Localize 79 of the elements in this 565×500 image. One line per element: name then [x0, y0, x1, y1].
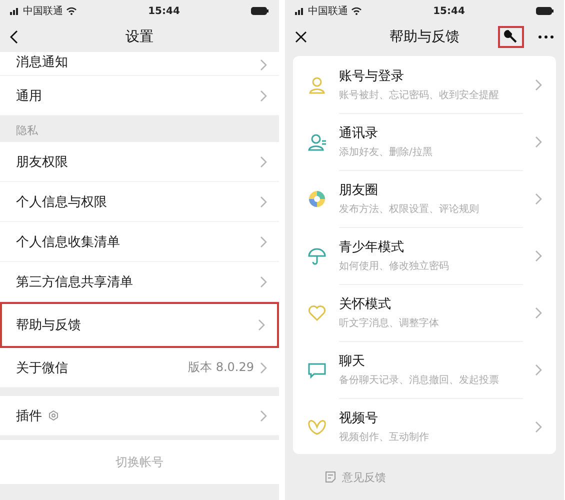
topic-title: 通讯录 — [339, 124, 379, 142]
settings-row[interactable]: 通用 — [0, 76, 279, 116]
chevron-icon — [260, 236, 267, 248]
help-topic-item[interactable]: 聊天 备份聊天记录、消息撤回、发起投票 — [293, 341, 556, 398]
chevron-icon — [535, 306, 542, 318]
topic-description: 视频创作、互动制作 — [339, 430, 430, 444]
chevron-icon — [535, 420, 542, 432]
umbrella-icon — [307, 246, 327, 266]
row-label: 插件 — [16, 408, 42, 424]
settings-row[interactable]: 关于微信 版本 8.0.29 — [0, 348, 279, 388]
topic-description: 发布方法、权限设置、评论规则 — [339, 202, 480, 216]
help-topic-item[interactable]: 关怀模式 听文字消息、调整字体 — [293, 284, 556, 341]
wrench-button[interactable] — [498, 26, 524, 48]
chevron-icon — [260, 156, 267, 168]
status-time: 15:44 — [433, 6, 465, 16]
heart-icon — [307, 302, 327, 322]
topic-description: 听文字消息、调整字体 — [339, 316, 440, 330]
chevron-icon — [535, 364, 542, 376]
chevron-icon — [260, 410, 267, 422]
topic-description: 账号被封、忘记密码、收到安全提醒 — [339, 88, 500, 102]
topic-title: 青少年模式 — [339, 238, 405, 256]
chevron-icon — [260, 59, 267, 71]
screen-title: 设置 — [126, 28, 154, 46]
help-topic-item[interactable]: 青少年模式 如何使用、修改独立密码 — [293, 227, 556, 284]
chevron-icon — [260, 196, 267, 208]
carrier-name: 中国联通 — [23, 4, 63, 18]
chevron-icon — [535, 250, 542, 262]
settings-row[interactable]: 帮助与反馈 — [0, 302, 279, 348]
settings-row[interactable]: 第三方信息共享清单 — [0, 262, 279, 302]
row-label: 帮助与反馈 — [16, 317, 81, 334]
row-label: 通用 — [16, 88, 42, 104]
chevron-icon — [258, 319, 265, 331]
topic-title: 关怀模式 — [339, 296, 392, 312]
settings-row[interactable]: 插件 — [0, 396, 279, 436]
battery-icon — [536, 7, 554, 15]
chevron-icon — [535, 78, 542, 90]
help-topic-item[interactable]: 账号与登录 账号被封、忘记密码、收到安全提醒 — [293, 56, 556, 113]
battery-icon — [251, 7, 269, 15]
settings-row[interactable]: 个人信息收集清单 — [0, 222, 279, 262]
help-topic-item[interactable]: 通讯录 添加好友、删除/拉黑 — [293, 113, 556, 170]
topic-title: 账号与登录 — [339, 68, 405, 84]
wifi-icon — [66, 7, 77, 15]
version-value: 版本 8.0.29 — [188, 359, 254, 376]
row-label: 关于微信 — [16, 360, 68, 376]
aperture-icon — [307, 188, 327, 208]
status-time: 15:44 — [148, 6, 180, 16]
row-label: 个人信息与权限 — [16, 194, 107, 210]
topic-title: 聊天 — [339, 352, 366, 370]
signal-icon — [295, 7, 305, 15]
row-label: 第三方信息共享清单 — [16, 274, 133, 290]
topic-description: 备份聊天记录、消息撤回、发起投票 — [339, 374, 500, 386]
section-header: 隐私 — [16, 123, 38, 138]
chevron-icon — [260, 362, 267, 374]
topic-description: 如何使用、修改独立密码 — [339, 260, 450, 272]
chevron-icon — [260, 276, 267, 288]
contacts-icon — [307, 132, 327, 152]
chevron-icon — [535, 192, 542, 204]
person-icon — [307, 74, 327, 94]
screen-title: 帮助与反馈 — [390, 28, 460, 46]
row-label: 消息通知 — [16, 54, 68, 71]
help-topic-item[interactable]: 视频号 视频创作、互动制作 — [293, 398, 556, 454]
topic-title: 视频号 — [339, 410, 379, 426]
topic-title: 朋友圈 — [339, 182, 379, 198]
more-icon[interactable] — [538, 35, 554, 39]
signal-icon — [10, 7, 20, 15]
carrier-name: 中国联通 — [308, 4, 348, 18]
back-icon[interactable] — [10, 30, 18, 44]
help-topic-item[interactable]: 朋友圈 发布方法、权限设置、评论规则 — [293, 170, 556, 227]
row-label: 朋友权限 — [16, 154, 68, 170]
document-icon — [325, 471, 336, 483]
chevron-icon — [260, 90, 267, 102]
wifi-icon — [351, 7, 362, 15]
settings-row[interactable]: 消息通知 — [0, 52, 279, 76]
close-icon[interactable] — [295, 31, 307, 43]
settings-row[interactable]: 个人信息与权限 — [0, 182, 279, 222]
topic-description: 添加好友、删除/拉黑 — [339, 146, 434, 158]
row-label: 个人信息收集清单 — [16, 234, 120, 250]
chevron-icon — [535, 136, 542, 148]
settings-row[interactable]: 朋友权限 — [0, 142, 279, 182]
